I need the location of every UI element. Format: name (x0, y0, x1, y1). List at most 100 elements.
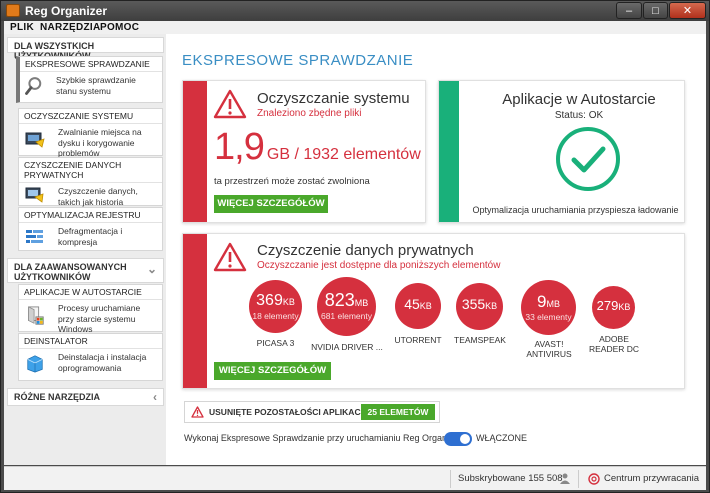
sidebar-item-title: CZYSZCZENIE DANYCH PRYWATNYCH (19, 158, 162, 183)
rescue-center-link[interactable]: Centrum przywracania (604, 473, 699, 484)
startup-check-state: WŁĄCZONE (476, 433, 528, 443)
autostart-card: Aplikacje w Autostarcie Status: OK Optym… (438, 80, 685, 223)
sidebar-item-uninstaller[interactable]: DEINSTALATOR Deinstalacja i instalacja o… (18, 333, 163, 381)
leftovers-label: USUNIĘTE POZOSTAŁOŚCI APLIKACJI (209, 407, 368, 417)
bubble-utorrent[interactable]: 45KB (395, 283, 441, 329)
warning-icon (213, 89, 247, 119)
sidebar-item-title: DEINSTALATOR (19, 334, 162, 349)
bubble-unit: MB (546, 299, 560, 309)
bubble-count: 18 elementy (252, 311, 299, 321)
misc-tools-header-label: RÓŻNE NARZĘDZIA (14, 392, 100, 402)
menu-help[interactable]: POMOC (100, 21, 139, 34)
bubble-unit: KB (282, 297, 295, 307)
magnifier-icon (25, 77, 42, 95)
sidebar-item-desc: Defragmentacja i kompresja (58, 226, 123, 247)
menu-file[interactable]: PLIK (10, 21, 34, 34)
user-icon (560, 473, 570, 484)
menu-bar: PLIK NARZĘDZIA POMOC (4, 21, 706, 34)
bubble-picasa[interactable]: 369KB 18 elementy (249, 280, 302, 333)
freeable-value: 1,9 (214, 126, 265, 168)
client-area: DLA WSZYSTKICH UŻYTKOWNIKÓW EKSPRESOWE S… (4, 34, 706, 465)
page-title: EKSPRESOWE SPRAWDZANIE (182, 52, 414, 69)
sidebar-item-desc: Czyszczenie danych, takich jak historia … (58, 186, 138, 209)
freeable-space: 1,9 GB / 1932 elementów (214, 126, 421, 169)
autostart-note: Optymalizacja uruchamiania przyspiesza ł… (472, 205, 679, 215)
advanced-users-header[interactable]: DLA ZAAWANSOWANYCH UŻYTKOWNIKÓW ⌄ (7, 258, 164, 283)
bubble-unit: KB (618, 302, 631, 312)
bubble-count: 681 elementy (320, 311, 373, 321)
system-cleanup-sub: Znaleziono zbędne pliki (257, 108, 362, 119)
item-name-adobe: ADOBE READER DC (588, 334, 640, 354)
registry-optimize-icon (26, 230, 43, 243)
sidebar-item-system-cleanup[interactable]: OCZYSZCZANIE SYSTEMU Zwalnianie miejsca … (18, 108, 163, 158)
sidebar-item-desc: Deinstalacja i instalacja oprogramowania (58, 352, 147, 373)
item-name-picasa: PICASA 3 (256, 338, 295, 348)
bubble-value: 279KB (592, 298, 635, 313)
item-name-avast: AVAST! ANTIVIRUS (526, 339, 572, 359)
menu-tools[interactable]: NARZĘDZIA (40, 21, 100, 34)
bubble-count: 33 elementy (525, 312, 572, 322)
startup-check-toggle[interactable] (444, 432, 472, 446)
bubble-adobe[interactable]: 279KB (592, 286, 635, 329)
bubble-unit: MB (354, 298, 369, 308)
chevron-down-icon: ⌄ (146, 262, 157, 276)
sidebar-item-registry-optimize[interactable]: OPTYMALIZACJA REJESTRU Defragmentacja i … (18, 207, 163, 251)
misc-tools-header[interactable]: RÓŻNE NARZĘDZIA ‹ (7, 388, 164, 406)
sidebar-item-desc: Zwalnianie miejsca na dysku i korygowani… (58, 127, 142, 158)
freeable-unit: GB / 1932 elementów (266, 146, 421, 163)
system-details-button[interactable]: WIĘCEJ SZCZEGÓŁÓW (214, 195, 328, 213)
sidebar-item-express-check[interactable]: EKSPRESOWE SPRAWDZANIE Szybkie sprawdzan… (16, 56, 163, 103)
sidebar-item-title: APLIKACJE W AUTOSTARCIE (19, 285, 162, 300)
autostart-status: Status: OK (554, 110, 604, 121)
warning-small-icon (191, 406, 204, 418)
sidebar-item-desc: Procesy uruchamiane przy starcie systemu… (58, 303, 141, 334)
main-panel: EKSPRESOWE SPRAWDZANIE Oczyszczanie syst… (166, 34, 706, 465)
private-details-button[interactable]: WIĘCEJ SZCZEGÓŁÓW (214, 362, 331, 380)
item-name-teamspeak: TEAMSPEAK (454, 335, 506, 345)
rescue-center-icon[interactable] (588, 473, 600, 485)
bubble-teamspeak[interactable]: 355KB (456, 283, 503, 330)
bubble-number: 279 (596, 298, 619, 313)
item-name-nvidia: NVIDIA DRIVER ... (311, 342, 383, 352)
maximize-button[interactable]: □ (643, 2, 668, 19)
bubble-nvidia[interactable]: 823MB 681 elementy (317, 277, 376, 336)
chevron-left-icon: ‹ (153, 390, 157, 404)
subscribed-count: Subskrybowane 155 508 (458, 473, 563, 484)
close-button[interactable]: ✕ (669, 2, 706, 19)
system-cleanup-heading: Oczyszczanie systemu (257, 90, 410, 107)
card-strip (439, 81, 459, 222)
sidebar-item-title: EKSPRESOWE SPRAWDZANIE (20, 57, 162, 72)
all-users-header[interactable]: DLA WSZYSTKICH UŻYTKOWNIKÓW (7, 37, 164, 61)
warning-icon (213, 242, 247, 272)
check-ok-icon (556, 127, 620, 191)
card-strip (183, 81, 207, 222)
leftovers-row[interactable]: USUNIĘTE POZOSTAŁOŚCI APLIKACJI 25 ELEME… (184, 401, 440, 423)
autostart-icon (28, 306, 44, 325)
minimize-button[interactable]: – (616, 2, 642, 19)
bubble-avast[interactable]: 9MB 33 elementy (521, 280, 576, 335)
bubble-value: 9MB (521, 292, 576, 312)
sidebar-item-title: OCZYSZCZANIE SYSTEMU (19, 109, 162, 124)
bubble-number: 355 (461, 296, 486, 312)
freeable-note: ta przestrzeń może zostać zwolniona (214, 176, 370, 187)
title-bar: Reg Organizer – □ ✕ (1, 1, 709, 21)
card-strip (183, 234, 207, 388)
bubble-number: 45 (404, 296, 420, 312)
bubble-value: 355KB (456, 296, 503, 312)
startup-check-label: Wykonaj Ekspresowe Sprawdzanie przy uruc… (184, 433, 462, 443)
private-data-sub: Oczyszczanie jest dostępne dla poniższyc… (257, 260, 501, 271)
item-name-utorrent: UTORRENT (394, 335, 442, 345)
autostart-heading: Aplikacje w Autostarcie (502, 91, 656, 108)
sidebar: DLA WSZYSTKICH UŻYTKOWNIKÓW EKSPRESOWE S… (4, 34, 166, 465)
status-separator (450, 470, 451, 488)
toggle-knob (460, 434, 470, 444)
status-bar: Subskrybowane 155 508 Centrum przywracan… (4, 466, 706, 490)
bubble-number: 369 (256, 292, 283, 309)
bubble-value: 369KB (249, 292, 302, 310)
private-data-card: Czyszczenie danych prywatnych Oczyszczan… (182, 233, 685, 389)
sidebar-item-autostart[interactable]: APLIKACJE W AUTOSTARCIE Procesy uruchami… (18, 284, 163, 334)
disk-cleanup-icon (25, 132, 45, 148)
sidebar-item-private-data[interactable]: CZYSZCZENIE DANYCH PRYWATNYCH Czyszczeni… (18, 157, 163, 209)
leftovers-badge[interactable]: 25 ELEMETÓW (361, 404, 435, 420)
advanced-users-header-label: DLA ZAAWANSOWANYCH UŻYTKOWNIKÓW (14, 262, 127, 282)
